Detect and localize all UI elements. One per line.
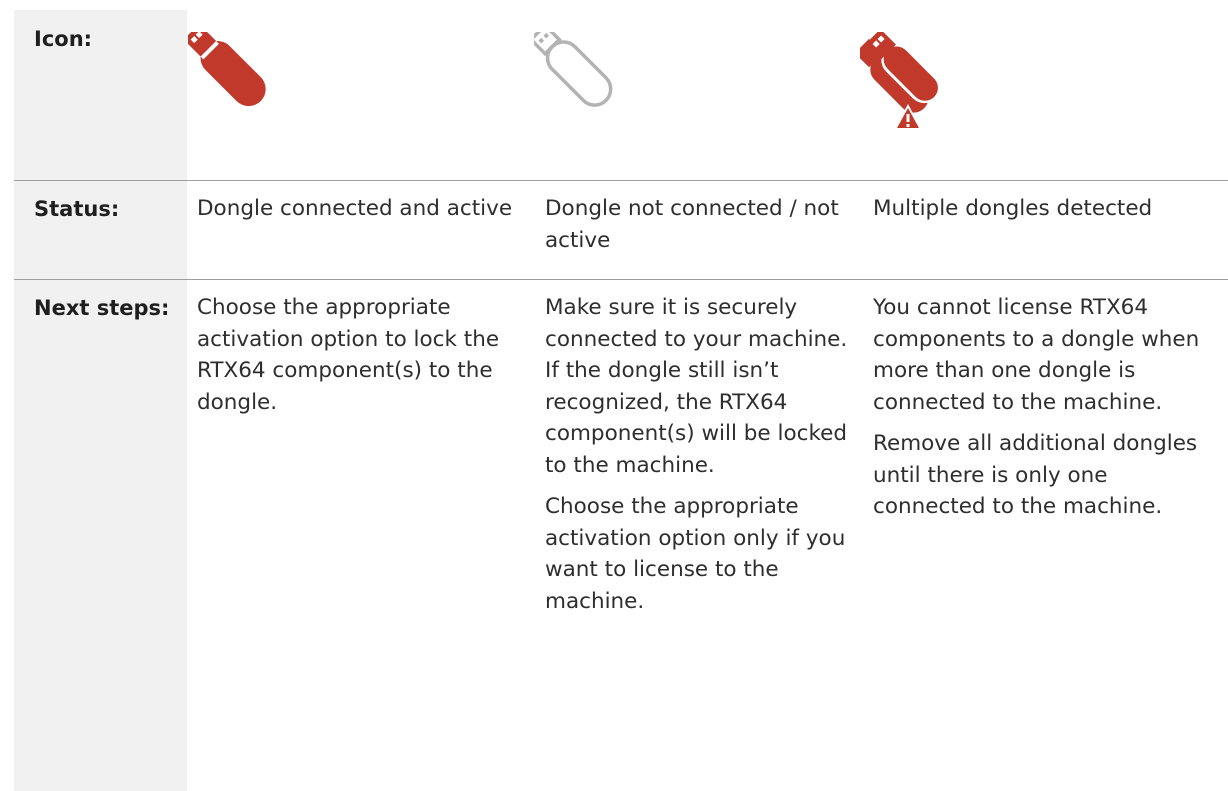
next-steps-paragraph: Remove all additional dongles until ther… bbox=[873, 431, 1198, 519]
icon-row-label: Icon: bbox=[34, 27, 93, 51]
next-steps-row-label: Next steps: bbox=[34, 296, 170, 320]
next-steps-row: Next steps: Choose the appropriate activ… bbox=[0, 280, 1228, 791]
next-steps-cell-multiple: You cannot license RTX64 components to a… bbox=[873, 292, 1213, 533]
next-steps-paragraph: Choose the appropriate activation option… bbox=[197, 295, 500, 415]
dongle-status-table: Icon: Status: Dongle connected and activ… bbox=[0, 10, 1228, 791]
next-steps-cell-active: Choose the appropriate activation option… bbox=[197, 292, 532, 428]
status-row: Status: Dongle connected and active Dong… bbox=[0, 181, 1228, 280]
status-cell-inactive: Dongle not connected / not active bbox=[545, 196, 839, 253]
usb-dongle-active-icon bbox=[188, 32, 298, 132]
next-steps-paragraph: You cannot license RTX64 components to a… bbox=[873, 295, 1200, 415]
next-steps-paragraph: Choose the appropriate activation option… bbox=[545, 494, 846, 614]
icon-row: Icon: bbox=[0, 10, 1228, 181]
next-steps-cell-inactive: Make sure it is securely connected to yo… bbox=[545, 292, 865, 627]
status-cell-active: Dongle connected and active bbox=[197, 196, 513, 221]
usb-dongles-multiple-warning-icon bbox=[860, 32, 970, 132]
status-cell-multiple: Multiple dongles detected bbox=[873, 196, 1153, 221]
usb-dongle-inactive-icon bbox=[534, 32, 644, 132]
status-row-label: Status: bbox=[34, 197, 120, 221]
next-steps-paragraph: Make sure it is securely connected to yo… bbox=[545, 295, 848, 478]
